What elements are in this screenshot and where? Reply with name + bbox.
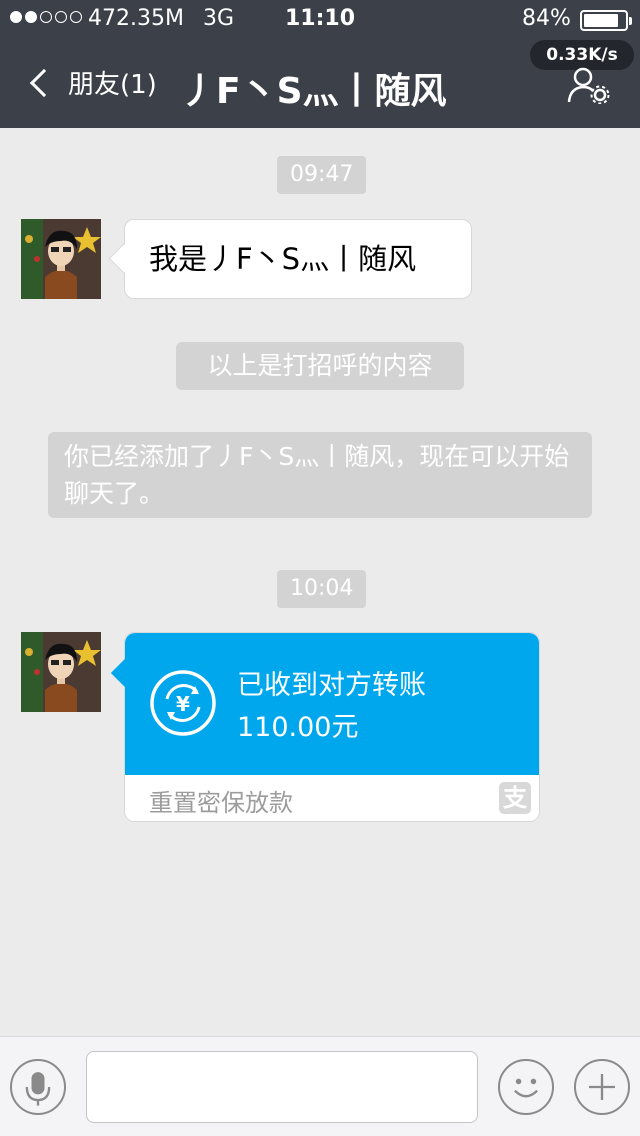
- message-timestamp: 09:47: [277, 156, 367, 194]
- system-note-friend-added: 你已经添加了丿F丶S灬丨随风，现在可以开始聊天了。: [48, 432, 592, 518]
- transfer-message-card[interactable]: ¥ 已收到对方转账 110.00元 重置密保放款 支: [124, 632, 540, 822]
- incoming-message-bubble[interactable]: 我是丿F丶S灬丨随风: [124, 219, 472, 299]
- status-bar: 472.35M 3G 11:10 84%: [0, 0, 640, 40]
- input-toolbar: [0, 1036, 640, 1136]
- nav-header: 472.35M 3G 11:10 84% 0.33K/s 朋友(1) 丿F丶S灬…: [0, 0, 640, 128]
- friend-settings-icon[interactable]: [566, 66, 610, 104]
- transfer-card-header: ¥ 已收到对方转账 110.00元: [125, 633, 539, 775]
- back-button[interactable]: 朋友(1): [26, 64, 157, 101]
- message-timestamp: 10:04: [277, 570, 367, 608]
- battery-percent: 84%: [522, 6, 571, 31]
- avatar[interactable]: [21, 219, 101, 299]
- back-label: 朋友(1): [68, 70, 157, 100]
- alipay-logo-icon: 支: [499, 782, 531, 814]
- back-arrow-icon: [29, 68, 59, 97]
- transfer-amount: 110.00元: [237, 712, 359, 743]
- emoji-icon[interactable]: [498, 1059, 554, 1115]
- message-input[interactable]: [86, 1051, 478, 1123]
- battery-icon: [580, 10, 632, 31]
- plus-icon[interactable]: [574, 1059, 630, 1115]
- transfer-title: 已收到对方转账: [237, 670, 426, 701]
- transfer-footer-text: 重置密保放款: [149, 789, 293, 817]
- avatar[interactable]: [21, 632, 101, 712]
- svg-text:¥: ¥: [176, 692, 190, 716]
- yuan-transfer-icon: ¥: [150, 670, 216, 736]
- system-note-greeting: 以上是打招呼的内容: [176, 342, 464, 390]
- microphone-icon[interactable]: [10, 1059, 66, 1115]
- chat-title: 丿F丶S灬丨随风: [180, 71, 447, 112]
